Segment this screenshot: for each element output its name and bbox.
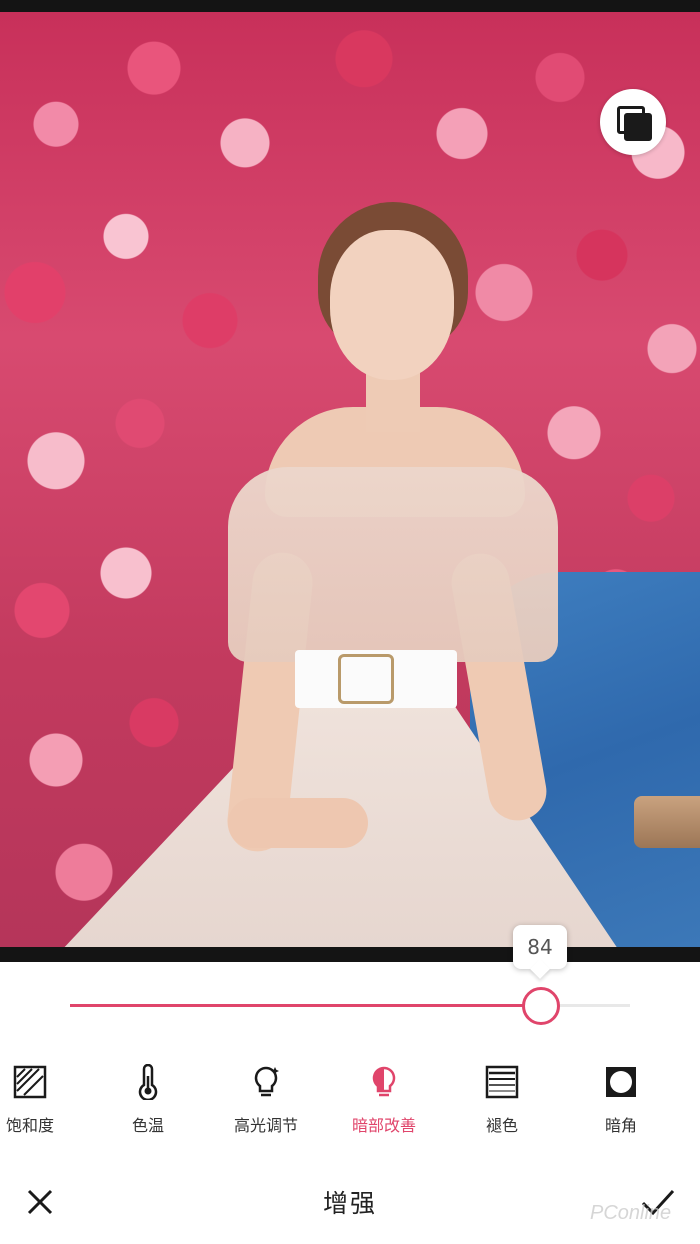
bulb-half-icon [372,1066,396,1097]
slider-thumb[interactable] [522,987,560,1025]
tool-vignette[interactable]: 暗角 [576,1058,666,1136]
tool-highlights[interactable]: 高光调节 [221,1058,311,1136]
saturation-icon [13,1065,47,1099]
compare-button[interactable] [600,89,666,155]
tool-label: 高光调节 [233,1116,298,1135]
page-title: 增强 [322,1189,377,1218]
slider-fill [70,1004,540,1007]
adjustment-tools: 饱和度 色温 高光调节 暗部改善 褪色 暗角 [0,1058,700,1138]
tool-fade[interactable]: 褪色 [457,1058,547,1136]
tool-label: 色温 [131,1116,164,1135]
tool-color-temperature[interactable]: 色温 [103,1058,193,1136]
photo-hands [228,798,368,848]
tool-saturation[interactable]: 饱和度 [0,1058,75,1136]
photo-dress-top [228,467,558,662]
tool-label: 褪色 [485,1116,518,1135]
vignette-icon [606,1067,636,1097]
photo-face [330,230,454,380]
photo-preview [0,0,700,962]
compare-icon-front [624,113,652,141]
photo-image [0,12,700,947]
close-icon[interactable] [22,1184,58,1220]
bulb-sparkle-icon [254,1066,279,1097]
fade-lines-icon [485,1065,519,1099]
tool-label: 暗部改善 [351,1116,416,1135]
photo-belt-buckle [338,654,394,704]
tool-shadows[interactable]: 暗部改善 [339,1058,429,1136]
slider-value-text: 84 [527,935,553,959]
slider-value-bubble: 84 [513,925,567,969]
intensity-slider[interactable]: 84 [70,925,630,1025]
photo-stool [634,796,700,848]
watermark: PConline [590,1202,672,1224]
tool-label: 饱和度 [5,1116,54,1135]
tool-label: 暗角 [604,1116,637,1135]
thermometer-icon [138,1064,158,1100]
